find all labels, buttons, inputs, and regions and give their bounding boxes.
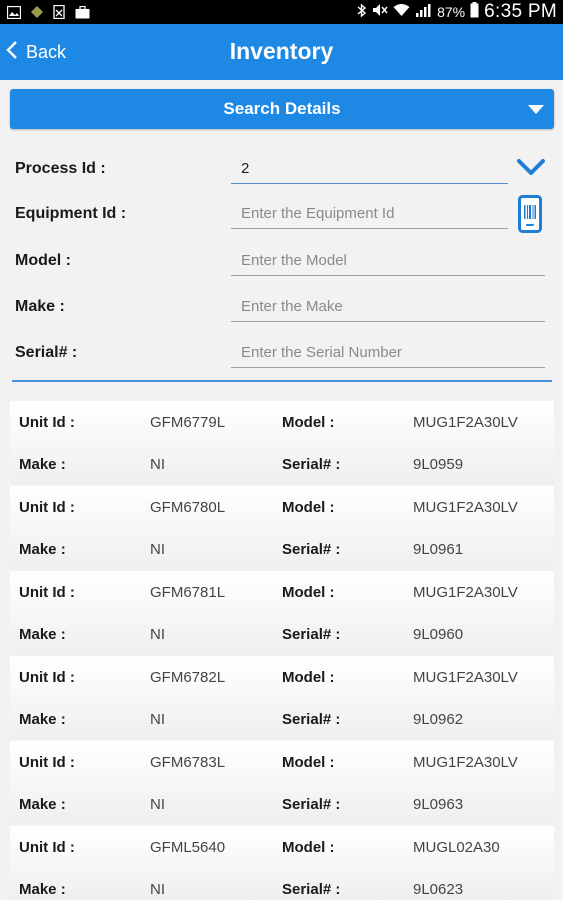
model-value: MUGL02A30 (413, 839, 500, 856)
signal-icon (415, 3, 432, 21)
bluetooth-icon (357, 2, 367, 22)
model-label: Model : (282, 839, 335, 856)
serial-value: 9L0623 (413, 881, 464, 898)
model-value: MUG1F2A30LV (413, 669, 518, 686)
serial-value: 9L0963 (413, 796, 464, 813)
model-label: Model : (15, 252, 71, 269)
model-label: Model : (282, 754, 335, 771)
list-item[interactable]: Unit Id : GFM6781L Model : MUG1F2A30LV M… (10, 571, 554, 654)
serial-label: Serial# : (282, 796, 341, 813)
section-divider (12, 380, 552, 382)
serial-row: Serial# : (15, 336, 548, 372)
unit-id-label: Unit Id : (19, 669, 75, 686)
make-value: NI (150, 796, 165, 813)
make-label: Make : (19, 796, 66, 813)
make-label: Make : (15, 298, 65, 315)
serial-value: 9L0960 (413, 626, 464, 643)
unit-id-label: Unit Id : (19, 499, 75, 516)
unit-id-label: Unit Id : (19, 414, 75, 431)
search-details-label: Search Details (223, 99, 341, 118)
process-id-label: Process Id : (15, 160, 106, 177)
unit-id-value: GFML5640 (150, 839, 226, 856)
make-value: NI (150, 456, 165, 473)
make-value: NI (150, 711, 165, 728)
app-header: Back Inventory (0, 24, 563, 80)
wifi-icon (393, 3, 410, 21)
make-label: Make : (19, 711, 66, 728)
unit-id-label: Unit Id : (19, 584, 75, 601)
model-value: MUG1F2A30LV (413, 754, 518, 771)
status-bar: 87% 6:35 PM (0, 0, 563, 24)
list-item[interactable]: Unit Id : GFML5640 Model : MUGL02A30 Mak… (10, 826, 554, 900)
model-input[interactable] (231, 246, 545, 276)
model-label: Model : (282, 584, 335, 601)
serial-value: 9L0961 (413, 541, 464, 558)
unit-id-label: Unit Id : (19, 754, 75, 771)
make-label: Make : (19, 626, 66, 643)
process-id-row: Process Id : (15, 152, 548, 188)
model-label: Model : (282, 499, 335, 516)
page-title: Inventory (229, 38, 334, 64)
make-label: Make : (19, 456, 66, 473)
serial-label: Serial# : (282, 541, 341, 558)
make-value: NI (150, 626, 165, 643)
serial-label: Serial# : (282, 881, 341, 898)
list-item[interactable]: Unit Id : GFM6782L Model : MUG1F2A30LV M… (10, 656, 554, 739)
search-details-toggle[interactable]: Search Details (10, 89, 554, 129)
model-label: Model : (282, 669, 335, 686)
make-input[interactable] (231, 292, 545, 322)
serial-label: Serial# : (282, 626, 341, 643)
barcode-scanner-icon[interactable] (518, 195, 542, 238)
model-row: Model : (15, 244, 548, 280)
unit-id-value: GFM6780L (150, 499, 226, 516)
equipment-id-row: Equipment Id : (15, 195, 548, 233)
make-label: Make : (19, 541, 66, 558)
unit-id-value: GFM6781L (150, 584, 226, 601)
mute-icon (372, 3, 388, 21)
android-notification-icon (29, 5, 44, 19)
list-item[interactable]: Unit Id : GFM6783L Model : MUG1F2A30LV M… (10, 741, 554, 824)
make-value: NI (150, 541, 165, 558)
serial-value: 9L0962 (413, 711, 464, 728)
clock: 6:35 PM (484, 1, 557, 22)
model-label: Model : (282, 414, 335, 431)
serial-input[interactable] (231, 338, 545, 368)
battery-icon (470, 2, 479, 22)
model-value: MUG1F2A30LV (413, 584, 518, 601)
process-id-input[interactable] (231, 154, 508, 184)
battery-percentage: 87% (437, 4, 466, 20)
serial-value: 9L0959 (413, 456, 464, 473)
equipment-id-label: Equipment Id : (15, 205, 127, 222)
model-value: MUG1F2A30LV (413, 414, 518, 431)
make-row: Make : (15, 290, 548, 326)
chevron-down-icon[interactable] (516, 158, 546, 183)
list-item[interactable]: Unit Id : GFM6780L Model : MUG1F2A30LV M… (10, 486, 554, 569)
unit-id-value: GFM6779L (150, 414, 226, 431)
unit-id-value: GFM6783L (150, 754, 226, 771)
equipment-id-input[interactable] (231, 199, 508, 229)
serial-label: Serial# : (282, 711, 341, 728)
file-notification-icon (52, 5, 67, 19)
make-value: NI (150, 881, 165, 898)
caret-down-icon (528, 105, 544, 114)
unit-id-label: Unit Id : (19, 839, 75, 856)
make-label: Make : (19, 881, 66, 898)
model-value: MUG1F2A30LV (413, 499, 518, 516)
serial-label: Serial# : (282, 456, 341, 473)
briefcase-notification-icon (75, 5, 90, 19)
unit-id-value: GFM6782L (150, 669, 226, 686)
list-item[interactable]: Unit Id : GFM6779L Model : MUG1F2A30LV M… (10, 401, 554, 484)
gallery-notification-icon (6, 5, 21, 19)
serial-label: Serial# : (15, 344, 78, 361)
